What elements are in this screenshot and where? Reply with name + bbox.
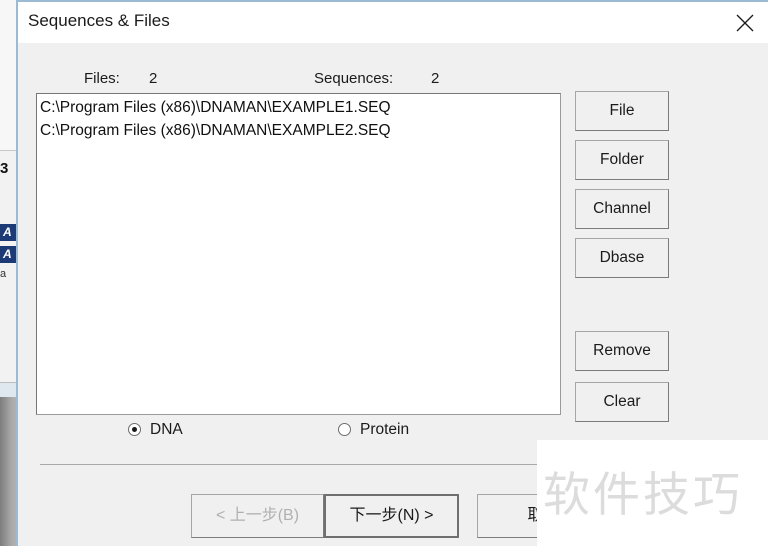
close-button[interactable]: [722, 2, 768, 43]
watermark-text: 软件技巧: [543, 468, 743, 523]
radio-dna-indicator: [128, 423, 141, 436]
list-item[interactable]: C:\Program Files (x86)\DNAMAN\EXAMPLE2.S…: [40, 119, 560, 142]
dbase-button[interactable]: Dbase: [575, 238, 669, 278]
radio-dna-label: DNA: [150, 421, 183, 438]
radio-protein[interactable]: Protein: [338, 421, 409, 439]
radio-dna[interactable]: DNA: [128, 421, 183, 439]
watermark-overlay: 软件技巧: [537, 440, 768, 546]
files-count: 2: [149, 70, 158, 87]
sequences-count: 2: [431, 70, 440, 87]
file-button[interactable]: File: [575, 91, 669, 131]
radio-protein-label: Protein: [360, 421, 410, 438]
files-label: Files:: [84, 70, 120, 87]
remove-button[interactable]: Remove: [575, 331, 669, 371]
close-icon: [736, 14, 754, 32]
file-list-box[interactable]: C:\Program Files (x86)\DNAMAN\EXAMPLE1.S…: [36, 93, 561, 415]
next-button[interactable]: 下一步(N) >: [324, 494, 459, 538]
folder-button[interactable]: Folder: [575, 140, 669, 180]
clear-button[interactable]: Clear: [575, 382, 669, 422]
sequences-label: Sequences:: [314, 70, 394, 87]
back-button[interactable]: < 上一步(B): [191, 494, 324, 538]
list-item[interactable]: C:\Program Files (x86)\DNAMAN\EXAMPLE1.S…: [40, 96, 560, 119]
radio-protein-indicator: [338, 423, 351, 436]
dialog-title: Sequences & Files: [28, 11, 170, 30]
channel-button[interactable]: Channel: [575, 189, 669, 229]
dialog-title-bar: Sequences & Files: [18, 2, 768, 43]
